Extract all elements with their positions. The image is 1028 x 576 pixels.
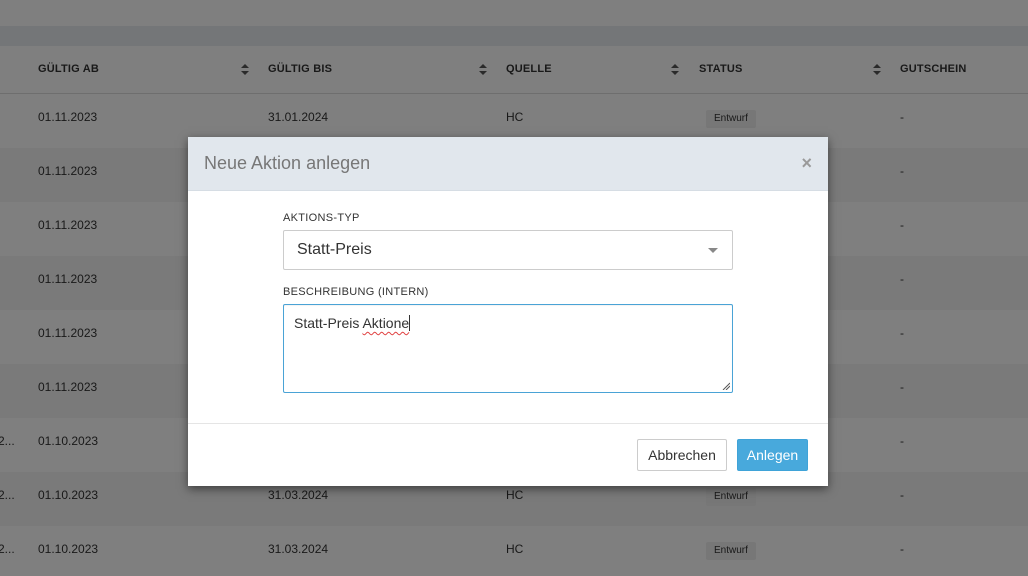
action-type-label: AKTIONS-TYP (283, 212, 360, 224)
cancel-button[interactable]: Abbrechen (637, 439, 727, 471)
create-button[interactable]: Anlegen (737, 439, 808, 471)
description-text: Statt-Preis Aktione (294, 315, 411, 331)
action-type-select[interactable]: Statt-Preis (283, 230, 733, 270)
action-type-selected-value: Statt-Preis (297, 241, 372, 258)
dialog-header: Neue Aktion anlegen × (188, 137, 828, 191)
dialog-title: Neue Aktion anlegen (204, 153, 371, 173)
description-textarea[interactable]: Statt-Preis Aktione (283, 304, 733, 393)
page: GÜLTIG AB GÜLTIG BIS QUELLE STATUS GUTSC… (0, 0, 1028, 576)
description-text-plain: Statt-Preis (294, 315, 363, 331)
description-label: BESCHREIBUNG (INTERN) (283, 286, 429, 298)
resize-handle-icon[interactable] (722, 382, 730, 390)
chevron-down-icon (708, 248, 718, 253)
description-text-misspelled: Aktione (362, 315, 410, 331)
new-action-dialog: Neue Aktion anlegen × AKTIONS-TYP Statt-… (188, 137, 828, 486)
close-icon[interactable]: × (801, 137, 812, 190)
text-cursor (409, 315, 411, 331)
dialog-footer: Abbrechen Anlegen (188, 423, 828, 487)
